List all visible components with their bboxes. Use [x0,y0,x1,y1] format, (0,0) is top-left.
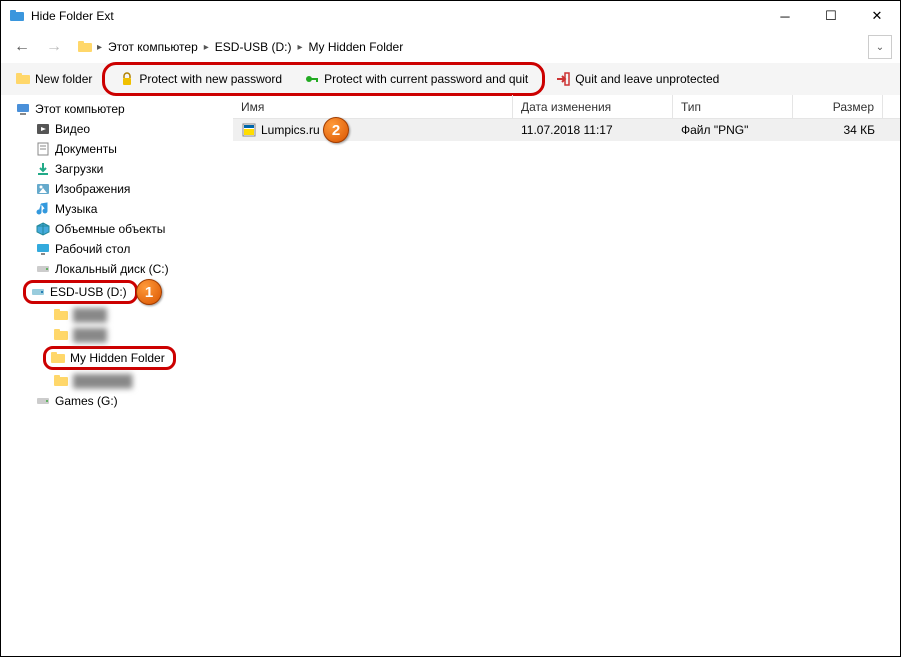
breadcrumb-drive[interactable]: ESD-USB (D:) [211,36,296,58]
column-headers: Имя Дата изменения Тип Размер [233,95,900,119]
file-row[interactable]: Lumpics.ru 11.07.2018 11:17 Файл "PNG" 3… [233,119,900,141]
window-controls: ─ ☐ ✕ [762,1,900,31]
folder-tree: Этот компьютер Видео Документы Загрузки … [1,95,233,656]
tree-label: Загрузки [55,162,103,176]
new-folder-label: New folder [35,72,92,86]
minimize-button[interactable]: ─ [762,1,808,31]
computer-icon [15,101,31,117]
tree-label: Локальный диск (C:) [55,262,169,276]
tree-desktop[interactable]: Рабочий стол [1,239,233,259]
tree-blurred-item[interactable]: ████ [1,305,233,325]
tree-label: Рабочий стол [55,242,130,256]
dropdown-button[interactable]: ⌄ [868,35,892,59]
toolbar: New folder Protect with new password Pro… [1,63,900,95]
address-bar-row: ← → ▸ Этот компьютер ▸ ESD-USB (D:) ▸ My… [1,31,900,63]
column-name-header[interactable]: Имя [233,95,513,118]
tree-music[interactable]: Музыка [1,199,233,219]
quit-unprotected-button[interactable]: Quit and leave unprotected [549,67,725,91]
annotation-highlight-toolbar: Protect with new password Protect with c… [102,62,545,96]
main-area: Этот компьютер Видео Документы Загрузки … [1,95,900,656]
chevron-right-icon: ▸ [295,42,304,53]
cube-icon [35,221,51,237]
column-type-header[interactable]: Тип [673,95,793,118]
tree-label-blurred: ███████ [73,374,133,388]
breadcrumb-computer[interactable]: Этот компьютер [104,36,202,58]
protect-current-password-button[interactable]: Protect with current password and quit [298,67,534,91]
tree-blurred-item[interactable]: ████ [1,325,233,345]
protect-current-label: Protect with current password and quit [324,72,528,86]
file-size: 34 КБ [843,123,875,137]
drive-icon [35,261,51,277]
annotation-badge-1: 1 [136,279,162,305]
protect-new-label: Protect with new password [139,72,282,86]
tree-label: Изображения [55,182,130,196]
tree-label: Объемные объекты [55,222,165,236]
tree-label: Видео [55,122,90,136]
tree-esd-usb-row: ESD-USB (D:) 1 [1,279,233,305]
video-icon [35,121,51,137]
app-icon [9,8,25,24]
download-icon [35,161,51,177]
nav-forward-button[interactable]: → [41,34,67,60]
tree-video[interactable]: Видео [1,119,233,139]
chevron-down-icon: ⌄ [876,42,884,53]
tree-label: Документы [55,142,117,156]
tree-label-blurred: ████ [73,328,107,342]
document-icon [35,141,51,157]
chevron-right-icon: ▸ [95,42,104,53]
protect-new-password-button[interactable]: Protect with new password [113,67,288,91]
desktop-icon [35,241,51,257]
window-title: Hide Folder Ext [31,9,762,23]
tree-label: Музыка [55,202,97,216]
key-icon [304,71,320,87]
drive-icon [35,393,51,409]
chevron-right-icon: ▸ [202,42,211,53]
tree-blurred-item[interactable]: ███████ [1,371,233,391]
file-date: 11.07.2018 11:17 [521,123,613,137]
picture-icon [35,181,51,197]
folder-icon [53,327,69,343]
maximize-button[interactable]: ☐ [808,1,854,31]
tree-label[interactable]: My Hidden Folder [70,351,165,365]
breadcrumb-bar[interactable]: ▸ Этот компьютер ▸ ESD-USB (D:) ▸ My Hid… [73,35,856,59]
file-name: Lumpics.ru [261,123,320,137]
tree-local-disk[interactable]: Локальный диск (C:) [1,259,233,279]
tree-label: Games (G:) [55,394,118,408]
exit-icon [555,71,571,87]
title-bar: Hide Folder Ext ─ ☐ ✕ [1,1,900,31]
tree-label: Этот компьютер [35,102,125,116]
tree-downloads[interactable]: Загрузки [1,159,233,179]
breadcrumb-folder[interactable]: My Hidden Folder [305,36,408,58]
annotation-highlight-folder: My Hidden Folder [43,346,176,370]
quit-unprotected-label: Quit and leave unprotected [575,72,719,86]
usb-drive-icon [30,284,46,300]
annotation-badge-2: 2 [323,117,349,143]
music-icon [35,201,51,217]
image-file-icon [241,122,257,138]
tree-computer[interactable]: Этот компьютер [1,99,233,119]
file-type: Файл "PNG" [681,123,748,137]
column-date-header[interactable]: Дата изменения [513,95,673,118]
folder-icon [77,39,93,55]
tree-pictures[interactable]: Изображения [1,179,233,199]
tree-label[interactable]: ESD-USB (D:) [50,285,127,299]
annotation-highlight-drive: ESD-USB (D:) [23,280,138,304]
column-size-header[interactable]: Размер [793,95,883,118]
tree-documents[interactable]: Документы [1,139,233,159]
tree-3d-objects[interactable]: Объемные объекты [1,219,233,239]
folder-icon [53,373,69,389]
lock-icon [119,71,135,87]
folder-icon [50,350,66,366]
folder-icon [15,71,31,87]
tree-label-blurred: ████ [73,308,107,322]
folder-icon [53,307,69,323]
file-list: Имя Дата изменения Тип Размер Lumpics.ru… [233,95,900,656]
new-folder-button[interactable]: New folder [9,67,98,91]
close-button[interactable]: ✕ [854,1,900,31]
nav-back-button[interactable]: ← [9,34,35,60]
tree-games[interactable]: Games (G:) [1,391,233,411]
tree-hidden-folder-row: My Hidden Folder [1,345,233,371]
